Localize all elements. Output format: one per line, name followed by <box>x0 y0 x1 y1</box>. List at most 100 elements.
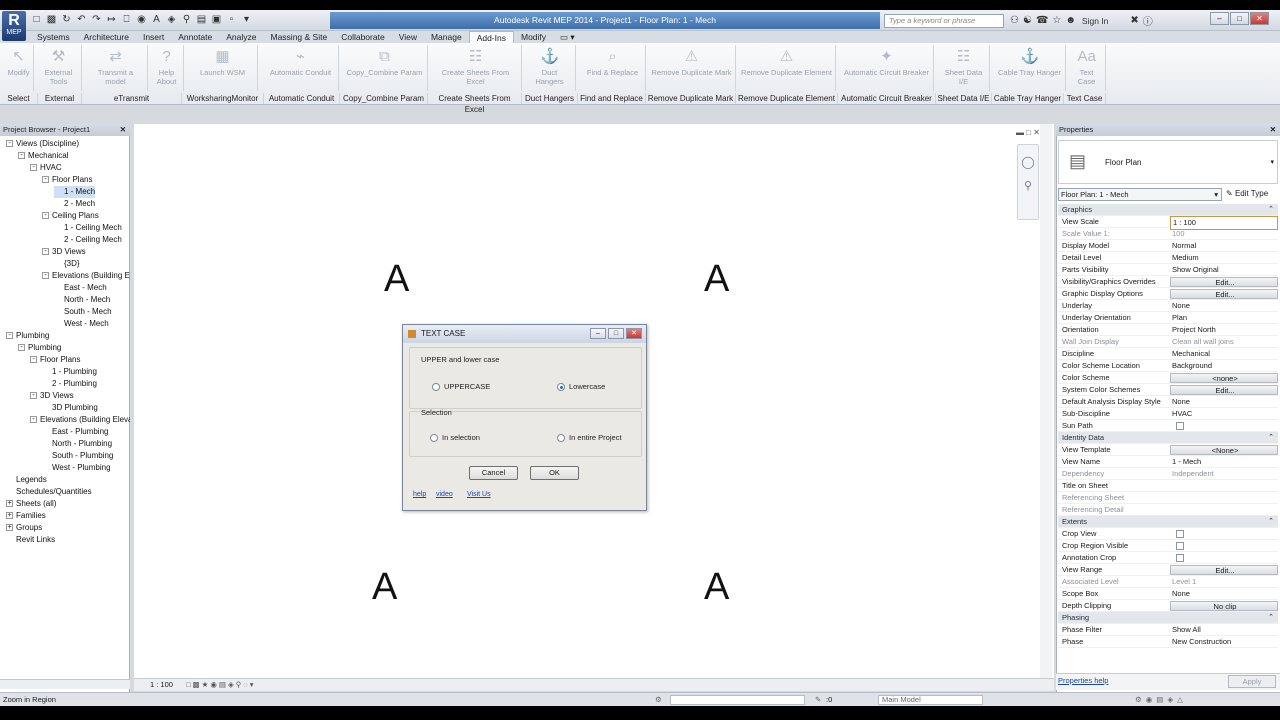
property-row[interactable]: Display Model Normal <box>1058 240 1278 252</box>
property-row[interactable]: Phase New Construction <box>1058 636 1278 648</box>
worksets-icon[interactable]: ⚙ <box>655 693 662 706</box>
ribbon-button[interactable]: ? HelpAbout <box>150 45 184 91</box>
property-row[interactable]: System Color Schemes Edit... <box>1058 384 1278 396</box>
property-value[interactable] <box>1170 540 1278 552</box>
property-row[interactable]: Crop View <box>1058 528 1278 540</box>
ribbon-minimize-icon[interactable]: ▭ ▾ <box>553 31 582 43</box>
restore-button[interactable]: □ <box>1230 12 1249 25</box>
expand-toggle-icon[interactable]: + <box>6 500 13 508</box>
switch-windows-icon[interactable]: ▫ <box>225 13 238 26</box>
tree-node[interactable]: - Floor Plans <box>30 354 80 366</box>
ribbon-panel-label[interactable]: Remove Duplicate Element <box>736 93 838 104</box>
visit-us-link[interactable]: Visit Us <box>467 491 491 498</box>
tree-node[interactable]: 1 - Mech <box>54 186 96 198</box>
expand-toggle-icon[interactable]: + <box>6 512 13 520</box>
tag-icon[interactable]: ◉ <box>135 13 148 26</box>
close-hidden-icon[interactable]: ▣ <box>210 13 223 26</box>
tree-node[interactable]: + Sheets (all) <box>6 498 56 510</box>
open-icon[interactable]: □ <box>30 13 43 26</box>
tree-node[interactable]: South - Mech <box>54 306 112 318</box>
text-note[interactable]: A <box>704 566 729 609</box>
property-row[interactable]: Orientation Project North <box>1058 324 1278 336</box>
property-row[interactable]: Default Analysis Display Style None <box>1058 396 1278 408</box>
text-icon[interactable]: A <box>150 13 163 26</box>
property-row[interactable]: Sub-Discipline HVAC <box>1058 408 1278 420</box>
ribbon-button[interactable]: Aa Text Case <box>1068 45 1106 91</box>
tree-node[interactable]: -3D Views <box>42 246 86 258</box>
help-link[interactable]: help <box>413 491 426 498</box>
text-note[interactable]: A <box>384 258 409 301</box>
application-menu-button[interactable]: R MEP <box>2 11 26 41</box>
ribbon-panel-label[interactable]: Find and Replace <box>578 93 646 104</box>
tree-node[interactable]: + Groups <box>6 522 42 534</box>
property-checkbox[interactable] <box>1176 542 1184 551</box>
collapse-icon[interactable]: ⌃ <box>1268 432 1274 444</box>
expand-toggle-icon[interactable]: - <box>42 176 49 184</box>
ribbon-panel-label[interactable]: Automatic Conduit <box>264 93 340 104</box>
close-icon[interactable]: ✕ <box>120 124 126 136</box>
property-section[interactable]: Phasing ⌃ <box>1058 612 1278 624</box>
expand-toggle-icon[interactable]: - <box>6 140 13 148</box>
properties-help-link[interactable]: Properties help <box>1058 676 1108 685</box>
qat-dropdown-icon[interactable]: ▾ <box>240 13 253 26</box>
expand-toggle-icon[interactable]: - <box>42 272 49 280</box>
ribbon-button[interactable]: ☷ Create Sheets From Excel <box>430 45 522 91</box>
communication-icon[interactable]: ☎ <box>1036 15 1048 26</box>
property-edit-button[interactable]: Edit... <box>1170 277 1278 287</box>
favorites-icon[interactable]: ☆ <box>1052 15 1061 26</box>
property-row[interactable]: Dependency Independent <box>1058 468 1278 480</box>
tree-node[interactable]: - Views (Discipline) <box>6 138 79 150</box>
tree-node[interactable]: West - Plumbing <box>42 462 111 474</box>
uppercase-radio[interactable]: UPPERCASE <box>432 382 490 391</box>
property-row[interactable]: Detail Level Medium <box>1058 252 1278 264</box>
property-row[interactable]: Associated Level Level 1 <box>1058 576 1278 588</box>
ribbon-button[interactable]: ⚠ Remove Duplicate Mark <box>648 45 736 91</box>
tree-node[interactable]: 1 - Ceiling Mech <box>54 222 122 234</box>
ribbon-panel-label[interactable]: Automatic Circuit Breaker <box>838 93 936 104</box>
user-icon[interactable]: ☻ <box>1065 15 1076 26</box>
ribbon-button[interactable]: ☷ Sheet Data I/E <box>938 45 990 91</box>
steering-wheel-icon[interactable]: ◯ <box>1018 155 1038 169</box>
tree-node[interactable]: 2 - Plumbing <box>42 378 97 390</box>
tab-analyze[interactable]: Analyze <box>219 31 263 43</box>
ribbon-panel-label[interactable]: WorksharingMonitor <box>182 93 264 104</box>
tree-node[interactable]: + Families <box>6 510 46 522</box>
workset-dropdown[interactable] <box>670 695 805 705</box>
text-note[interactable]: A <box>372 566 397 609</box>
tree-node[interactable]: East - Plumbing <box>42 426 108 438</box>
ribbon-button[interactable]: ↖ Modify <box>4 45 34 91</box>
property-row[interactable]: Depth Clipping No clip <box>1058 600 1278 612</box>
ribbon-panel-label[interactable]: Text Case <box>1064 93 1106 104</box>
tree-node[interactable]: South - Plumbing <box>42 450 113 462</box>
ribbon-button[interactable]: ✦ Automatic Circuit Breaker <box>840 45 934 91</box>
property-row[interactable]: Wall Join Display Clean all wall joins <box>1058 336 1278 348</box>
property-row[interactable]: View Range Edit... <box>1058 564 1278 576</box>
property-row[interactable]: View Template <None> <box>1058 444 1278 456</box>
property-row[interactable]: Scale Value 1: 100 <box>1058 228 1278 240</box>
view-scale[interactable]: 1 : 100 <box>150 679 173 691</box>
tree-node[interactable]: - Mechanical <box>18 150 68 162</box>
property-row[interactable]: Visibility/Graphics Overrides Edit... <box>1058 276 1278 288</box>
ribbon-button[interactable]: ⚒ External Tools <box>36 45 82 91</box>
tree-node[interactable]: - Ceiling Plans <box>42 210 99 222</box>
view-window-controls[interactable]: ▬ □ ✕ <box>1016 128 1040 137</box>
tree-node[interactable]: -3D Views <box>30 390 74 402</box>
design-option-dropdown[interactable]: Main Model <box>878 695 983 705</box>
zoom-icon[interactable]: ⚲ <box>1018 179 1038 192</box>
expand-toggle-icon[interactable]: - <box>42 212 49 220</box>
tab-add-ins[interactable]: Add-Ins <box>468 31 514 43</box>
property-edit-button[interactable]: Edit... <box>1170 289 1278 299</box>
ribbon-button[interactable]: ▦ Launch WSM <box>188 45 258 91</box>
ribbon-button[interactable]: ⌕ Find & Replace <box>580 45 646 91</box>
close-icon[interactable]: ✕ <box>1270 124 1276 136</box>
tree-node[interactable]: North - Mech <box>54 294 110 306</box>
property-row[interactable]: Sun Path <box>1058 420 1278 432</box>
property-row[interactable]: Graphic Display Options Edit... <box>1058 288 1278 300</box>
ribbon-button[interactable]: ⚓ Duct Hangers <box>524 45 576 91</box>
binoculars-icon[interactable]: ⚇ <box>1010 15 1019 26</box>
ribbon-button[interactable]: ⌁ Automatic Conduit <box>263 45 339 91</box>
tree-node[interactable]: 3D Plumbing <box>42 402 98 414</box>
property-value[interactable] <box>1170 420 1278 432</box>
ribbon-panel-label[interactable]: Create Sheets From Excel <box>428 93 522 114</box>
property-checkbox[interactable] <box>1176 554 1184 563</box>
